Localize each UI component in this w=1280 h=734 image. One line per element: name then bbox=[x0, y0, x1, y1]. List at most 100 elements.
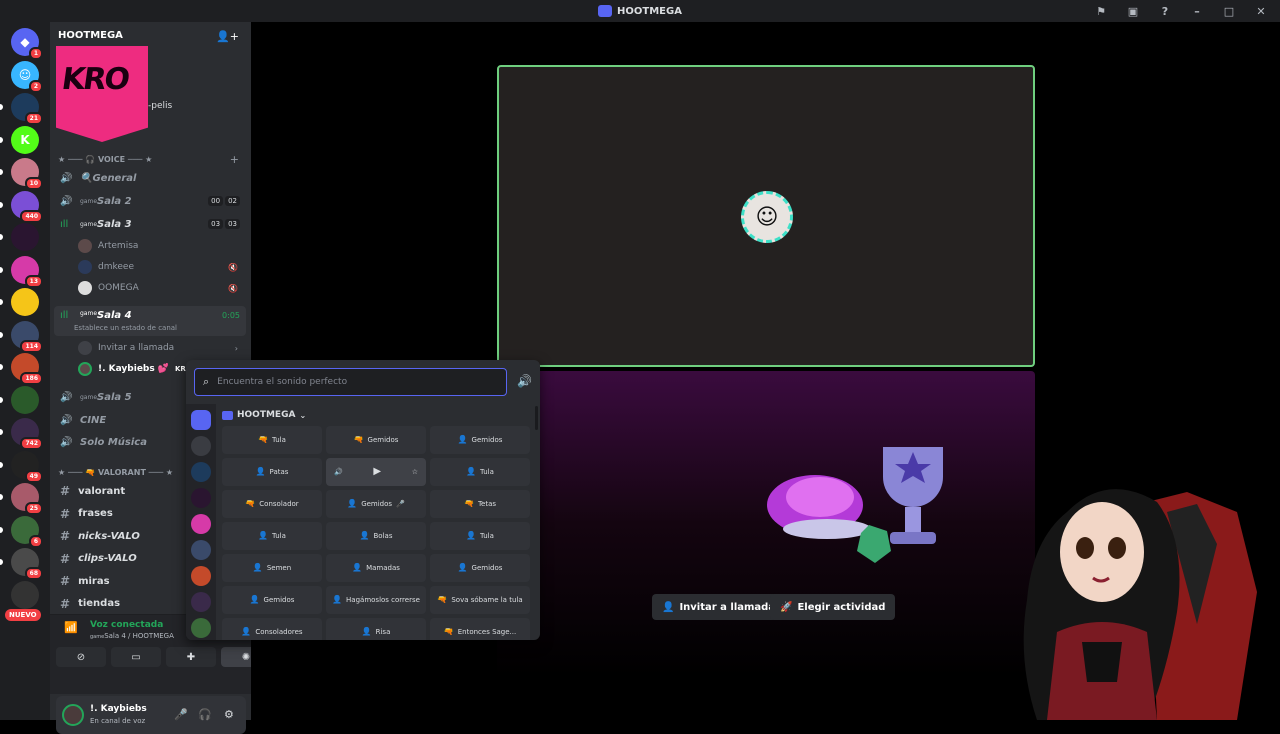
volume-icon[interactable]: 🔊 bbox=[334, 468, 343, 476]
voice-channel-sala-2[interactable]: 🔊 game Sala 2 00 02 bbox=[54, 191, 246, 211]
sound-button[interactable]: 👤 Tula bbox=[222, 522, 322, 550]
server-7-icon[interactable] bbox=[11, 223, 39, 251]
server-icon[interactable] bbox=[191, 618, 211, 638]
server-name[interactable]: HOOTMEGA bbox=[58, 30, 123, 41]
server-14-icon[interactable]: 49 bbox=[11, 450, 43, 483]
voice-channel-sala-4[interactable]: ıll game Sala 4 0:05 Establece un estado… bbox=[54, 306, 246, 336]
sound-button[interactable]: 🔫 Consolador bbox=[222, 490, 322, 518]
minimize-icon[interactable]: – bbox=[1188, 5, 1206, 18]
user-avatar[interactable] bbox=[62, 704, 84, 726]
voice-connected-channel[interactable]: gameSala 4 / HOOTMEGA bbox=[90, 632, 174, 640]
server-icon[interactable] bbox=[191, 514, 211, 534]
server-5-icon[interactable]: 10 bbox=[11, 158, 43, 190]
server-hootmega-icon[interactable] bbox=[191, 410, 211, 430]
invite-to-call-button[interactable]: 👤 Invitar a llamada bbox=[652, 594, 786, 620]
sound-button[interactable]: 👤 Mamadas bbox=[326, 554, 426, 582]
server-3-icon[interactable]: 21 bbox=[11, 93, 43, 125]
sound-search-field[interactable]: ⌕ bbox=[194, 368, 507, 396]
soundboard-section-header[interactable]: HOOTMEGA ⌄ bbox=[222, 410, 306, 420]
server-6-icon[interactable]: 440 bbox=[11, 190, 43, 223]
server-icon[interactable] bbox=[191, 566, 211, 586]
server-17-icon[interactable]: 68 bbox=[11, 548, 43, 580]
invite-to-call[interactable]: Invitar a llamada › bbox=[78, 339, 244, 357]
participant-avatar: ☺ bbox=[741, 191, 793, 243]
sound-label: Consoladores bbox=[255, 628, 303, 636]
scrollbar[interactable] bbox=[535, 406, 538, 430]
sound-button[interactable]: 👤 Patas bbox=[222, 458, 322, 486]
sound-button[interactable]: 👤 Semen bbox=[222, 554, 322, 582]
muted-icon: 🔇 bbox=[228, 262, 238, 272]
sound-button[interactable]: 🔫 Tetas bbox=[430, 490, 530, 518]
sound-button[interactable]: 👤 Consoladores bbox=[222, 618, 322, 640]
settings-gear-icon[interactable]: ⚙ bbox=[224, 708, 234, 721]
sound-button[interactable]: 👤 Tula bbox=[430, 458, 530, 486]
user-name[interactable]: !. Kaybiebs bbox=[90, 704, 147, 714]
server-18-icon[interactable] bbox=[11, 580, 39, 609]
close-icon[interactable]: ✕ bbox=[1252, 5, 1270, 18]
voice-user[interactable]: dmkeee 🔇 bbox=[78, 258, 244, 276]
channel-label: clips-VALO bbox=[78, 553, 137, 564]
sound-button[interactable]: 🔫 Entonces Sage... bbox=[430, 618, 530, 640]
channel-pelis[interactable]: -pelis bbox=[148, 101, 172, 111]
voice-channel-sala-3[interactable]: ıll game Sala 3 03 03 bbox=[54, 214, 246, 234]
sound-label: Tula bbox=[272, 532, 286, 540]
sound-button[interactable]: 👤 Risa bbox=[326, 618, 426, 640]
server-12-icon[interactable] bbox=[11, 385, 39, 414]
sound-button[interactable]: 👤 Gemidos 🎤 bbox=[326, 490, 426, 518]
sound-button[interactable]: 👤 Gemidos bbox=[430, 554, 530, 582]
titlebar-controls: ⚑ ▣ ? – □ ✕ bbox=[1092, 0, 1270, 22]
server-10-icon[interactable]: 114 bbox=[11, 320, 43, 353]
server-icon[interactable] bbox=[191, 540, 211, 560]
voice-user[interactable]: Artemisa bbox=[78, 237, 244, 255]
server-16-icon[interactable]: 6 bbox=[11, 515, 43, 548]
favorite-star-icon[interactable]: ☆ bbox=[412, 468, 418, 476]
category-voice[interactable]: ★ ─── 🎧 VOICE ─── ★ bbox=[58, 155, 152, 164]
share-screen-button[interactable]: ▭ bbox=[111, 647, 161, 667]
inbox-flag-icon[interactable]: ⚑ bbox=[1092, 5, 1110, 18]
voice-connected-label[interactable]: Voz conectada bbox=[90, 620, 163, 630]
sound-button[interactable]: 👤 Gemidos bbox=[222, 586, 322, 614]
sound-button[interactable]: 👤 Hagámoslos correrse bbox=[326, 586, 426, 614]
play-icon[interactable]: ▶ bbox=[373, 467, 381, 477]
screen-share-icon[interactable]: ▣ bbox=[1124, 5, 1142, 18]
server-icon[interactable] bbox=[191, 592, 211, 612]
server-11-icon[interactable]: 186 bbox=[11, 353, 43, 385]
new-badge[interactable]: NUEVO bbox=[5, 609, 41, 621]
headphones-icon[interactable]: 🎧 bbox=[198, 708, 212, 721]
discord-default-icon[interactable] bbox=[191, 436, 211, 456]
server-icon[interactable] bbox=[191, 462, 211, 482]
volume-icon[interactable]: 🔊 bbox=[517, 374, 532, 388]
choose-activity-button[interactable]: 🚀 Elegir actividad bbox=[770, 594, 896, 620]
add-channel-icon[interactable]: + bbox=[230, 153, 239, 166]
sound-button[interactable]: 👤 Tula bbox=[430, 522, 530, 550]
activities-button[interactable]: ✚ bbox=[166, 647, 216, 667]
sound-button[interactable]: 👤 Bolas bbox=[326, 522, 426, 550]
sound-button[interactable]: 🔊 ▶ ☆ bbox=[326, 458, 426, 486]
sound-button[interactable]: 🔫 Tula bbox=[222, 426, 322, 454]
add-member-icon[interactable]: 👤+ bbox=[216, 30, 239, 43]
avatar bbox=[78, 260, 92, 274]
voice-active-icon: ıll bbox=[60, 310, 69, 321]
sound-button[interactable]: 🔫 Sova sóbame la tula bbox=[430, 586, 530, 614]
voice-channel-general[interactable]: 🔊 🔍General bbox=[54, 168, 246, 188]
server-9-icon[interactable] bbox=[11, 288, 39, 316]
sound-button[interactable]: 🔫 Gemidos bbox=[326, 426, 426, 454]
server-13-icon[interactable]: 742 bbox=[11, 418, 43, 450]
sound-search-input[interactable] bbox=[217, 377, 488, 387]
microphone-icon[interactable]: 🎤 bbox=[174, 708, 188, 721]
participant-tile[interactable]: ☺ bbox=[497, 65, 1035, 367]
server-8-icon[interactable]: 13 bbox=[11, 255, 43, 288]
discord-home-icon[interactable]: ◆ 1 bbox=[11, 28, 43, 60]
camera-off-button[interactable]: ⊘ bbox=[56, 647, 106, 667]
maximize-icon[interactable]: □ bbox=[1220, 5, 1238, 18]
channel-status[interactable]: Establece un estado de canal bbox=[74, 324, 177, 332]
server-15-icon[interactable]: 25 bbox=[11, 483, 43, 515]
sound-button[interactable]: 👤 Gemidos bbox=[430, 426, 530, 454]
sound-emoji-icon: 👤 bbox=[359, 531, 370, 540]
voice-user[interactable]: OOMEGA 🔇 bbox=[78, 279, 244, 297]
server-icon[interactable] bbox=[191, 488, 211, 508]
category-valorant[interactable]: ★ ─── 🔫 VALORANT ─── ★ bbox=[58, 468, 173, 477]
server-2-icon[interactable]: ☺ 2 bbox=[11, 60, 43, 93]
help-icon[interactable]: ? bbox=[1156, 5, 1174, 18]
server-kick-icon[interactable]: K bbox=[11, 125, 39, 154]
